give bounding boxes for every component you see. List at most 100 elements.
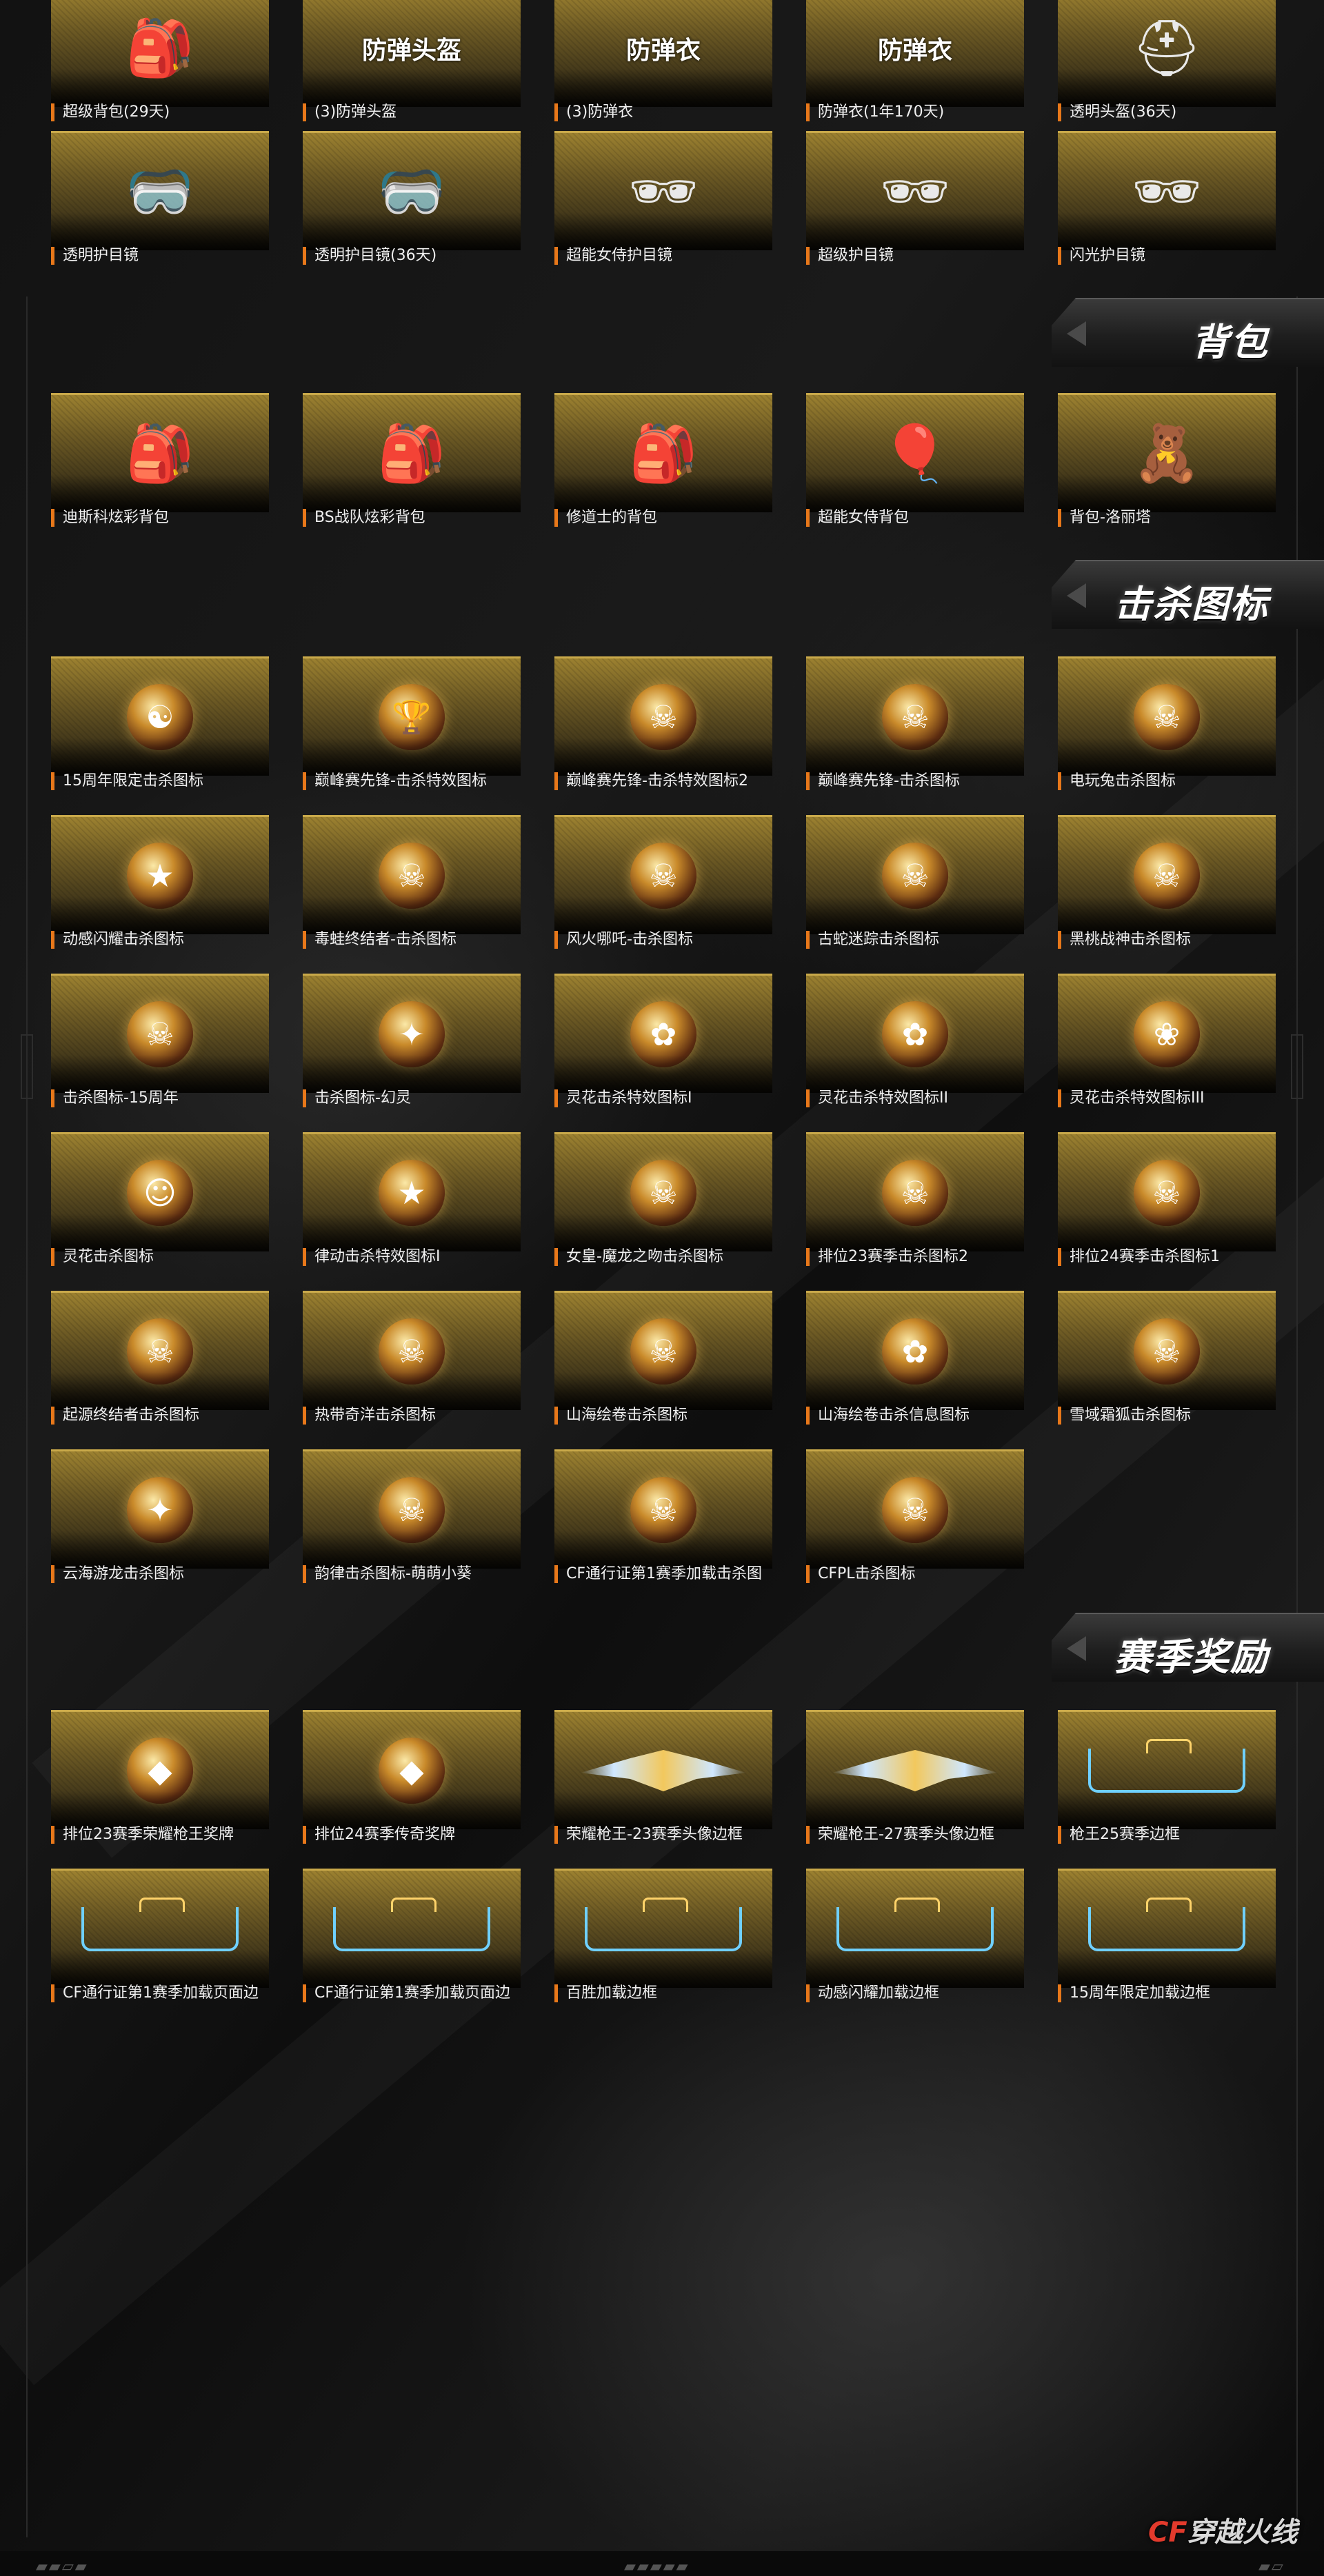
item-tile[interactable]: ☠ 电玩兔击杀图标	[1058, 656, 1276, 790]
item-label: 山海绘卷击杀信息图标	[806, 1407, 1024, 1425]
item-tile[interactable]: ✿ 灵花击杀特效图标II	[806, 974, 1024, 1107]
item-image: ☠	[303, 815, 521, 934]
left-frame-notch	[21, 1034, 33, 1099]
item-tile[interactable]: 🧸 背包-洛丽塔	[1058, 393, 1276, 527]
item-tile[interactable]: 🥽 透明护目镜(36天)	[303, 131, 521, 265]
item-tile[interactable]: ☠ 韵律击杀图标-萌萌小葵	[303, 1449, 521, 1583]
item-tile[interactable]: ☠ 热带奇洋击杀图标	[303, 1291, 521, 1425]
left-frame-line	[26, 296, 28, 2537]
item-tile[interactable]: ☠ 排位23赛季击杀图标2	[806, 1132, 1024, 1266]
item-image: 🥽	[303, 131, 521, 250]
item-tile[interactable]: ⛑ 透明头盔(36天)	[1058, 0, 1276, 121]
item-label: 防弹衣(1年170天)	[806, 103, 1024, 121]
item-label: 透明护目镜	[51, 247, 269, 265]
item-tile[interactable]: ☠ 起源终结者击杀图标	[51, 1291, 269, 1425]
kill-emblem-icon: ☯	[127, 684, 193, 750]
item-tile[interactable]: ✿ 灵花击杀特效图标I	[554, 974, 772, 1107]
item-image: 🕶	[1058, 131, 1276, 250]
kill-emblem-icon: ☠	[630, 1318, 696, 1385]
item-tile[interactable]: 🏆 巅峰赛先锋-击杀特效图标	[303, 656, 521, 790]
item-label: 透明头盔(36天)	[1058, 103, 1276, 121]
item-tile[interactable]: 防弹头盔 (3)防弹头盔	[303, 0, 521, 121]
item-tile[interactable]: ☠ 风火哪吒-击杀图标	[554, 815, 772, 949]
item-image: ⛑	[1058, 0, 1276, 107]
kill-emblem-icon: ★	[379, 1160, 445, 1226]
item-tile[interactable]: ☠ 古蛇迷踪击杀图标	[806, 815, 1024, 949]
item-tile[interactable]: 百胜加载边框	[554, 1869, 772, 2002]
item-label: 山海绘卷击杀图标	[554, 1407, 772, 1425]
item-tile[interactable]: 🕶 闪光护目镜	[1058, 131, 1276, 265]
backpack-icon: 🎒	[629, 421, 698, 485]
item-tile[interactable]: 动感闪耀加载边框	[806, 1869, 1024, 2002]
item-tile[interactable]: CF通行证第1赛季加载页面边	[51, 1869, 269, 2002]
item-label: 修道士的背包	[554, 509, 772, 527]
item-tile[interactable]: 防弹衣 防弹衣(1年170天)	[806, 0, 1024, 121]
item-tile[interactable]: ❀ 灵花击杀特效图标III	[1058, 974, 1276, 1107]
item-image: ✦	[303, 974, 521, 1093]
item-image: ☠	[1058, 1291, 1276, 1410]
item-tile[interactable]: ☠ 巅峰赛先锋-击杀特效图标2	[554, 656, 772, 790]
item-tile[interactable]: 🕶 超级护目镜	[806, 131, 1024, 265]
kill-emblem-icon: ☠	[882, 843, 948, 909]
item-tile[interactable]: 🎈 超能女侍背包	[806, 393, 1024, 527]
item-tile[interactable]: ☠ 雪域霜狐击杀图标	[1058, 1291, 1276, 1425]
item-tile[interactable]: 防弹衣 (3)防弹衣	[554, 0, 772, 121]
item-tile[interactable]: ☠ CFPL击杀图标	[806, 1449, 1024, 1583]
item-tile[interactable]: ◆ 排位23赛季荣耀枪王奖牌	[51, 1710, 269, 1844]
item-label: 百胜加载边框	[554, 1984, 772, 2002]
item-tile[interactable]: 🎒 迪斯科炫彩背包	[51, 393, 269, 527]
item-image: 🎒	[554, 393, 772, 512]
kill-emblem-icon: ☠	[1134, 843, 1200, 909]
item-image: ☠	[554, 656, 772, 776]
item-tile[interactable]: ☺ 灵花击杀图标	[51, 1132, 269, 1266]
loading-frame-icon	[585, 1898, 742, 1951]
item-tile[interactable]: ☠ 黑桃战神击杀图标	[1058, 815, 1276, 949]
item-label: 起源终结者击杀图标	[51, 1407, 269, 1425]
kill-emblem-icon: ★	[127, 843, 193, 909]
item-tile[interactable]: ☠ CF通行证第1赛季加载击杀图	[554, 1449, 772, 1583]
item-tile[interactable]: ✦ 击杀图标-幻灵	[303, 974, 521, 1107]
item-label: 韵律击杀图标-萌萌小葵	[303, 1565, 521, 1583]
item-tile[interactable]: 🎒 BS战队炫彩背包	[303, 393, 521, 527]
item-image: ◆	[51, 1710, 269, 1829]
item-tile[interactable]: 🎒 超级背包(29天)	[51, 0, 269, 121]
item-label: 超能女侍背包	[806, 509, 1024, 527]
item-tile[interactable]: 🎒 修道士的背包	[554, 393, 772, 527]
item-image	[554, 1869, 772, 1988]
item-tile[interactable]: ✿ 山海绘卷击杀信息图标	[806, 1291, 1024, 1425]
item-tile[interactable]: 15周年限定加载边框	[1058, 1869, 1276, 2002]
item-tile[interactable]: ☠ 毒蛙终结者-击杀图标	[303, 815, 521, 949]
item-tile[interactable]: 枪王25赛季边框	[1058, 1710, 1276, 1844]
section-header-season-rewards: 赛季奖励	[1052, 1613, 1324, 1682]
item-tile[interactable]: ☠ 排位24赛季击杀图标1	[1058, 1132, 1276, 1266]
item-label: BS战队炫彩背包	[303, 509, 521, 527]
item-tile[interactable]: 荣耀枪王-23赛季头像边框	[554, 1710, 772, 1844]
item-image: 防弹衣	[554, 0, 772, 107]
item-tile[interactable]: ★ 律动击杀特效图标I	[303, 1132, 521, 1266]
item-label: (3)防弹衣	[554, 103, 772, 121]
item-image: 🏆	[303, 656, 521, 776]
item-label: 超级背包(29天)	[51, 103, 269, 121]
item-label: 云海游龙击杀图标	[51, 1565, 269, 1583]
item-label: 超级护目镜	[806, 247, 1024, 265]
item-tile[interactable]: 🥽 透明护目镜	[51, 131, 269, 265]
item-tile[interactable]: ◆ 排位24赛季传奇奖牌	[303, 1710, 521, 1844]
item-tile[interactable]: ☯ 15周年限定击杀图标	[51, 656, 269, 790]
item-tile[interactable]: ✦ 云海游龙击杀图标	[51, 1449, 269, 1583]
item-tile[interactable]: 荣耀枪王-27赛季头像边框	[806, 1710, 1024, 1844]
item-tile[interactable]: 🕶 超能女侍护目镜	[554, 131, 772, 265]
item-tile[interactable]: ☠ 巅峰赛先锋-击杀图标	[806, 656, 1024, 790]
item-tile[interactable]: CF通行证第1赛季加载页面边	[303, 1869, 521, 2002]
item-tile[interactable]: ☠ 击杀图标-15周年	[51, 974, 269, 1107]
item-tile[interactable]: ☠ 女皇-魔龙之吻击杀图标	[554, 1132, 772, 1266]
backpack-icon: 🎒	[377, 421, 446, 485]
kill-emblem-icon: ☠	[379, 1477, 445, 1543]
item-label: 透明护目镜(36天)	[303, 247, 521, 265]
body-armor-icon: 防弹衣	[625, 37, 701, 65]
medal-icon: ◆	[379, 1738, 445, 1804]
item-image: ☠	[1058, 815, 1276, 934]
item-label: 迪斯科炫彩背包	[51, 509, 269, 527]
item-tile[interactable]: ☠ 山海绘卷击杀图标	[554, 1291, 772, 1425]
loading-frame-icon	[836, 1898, 994, 1951]
item-tile[interactable]: ★ 动感闪耀击杀图标	[51, 815, 269, 949]
